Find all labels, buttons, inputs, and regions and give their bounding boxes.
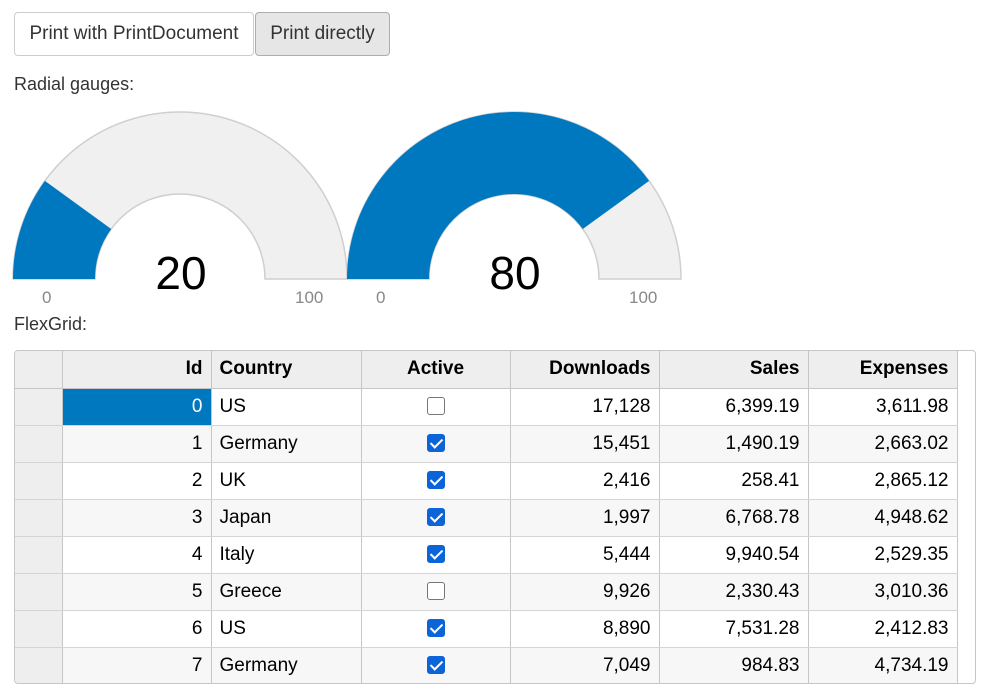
cell-active[interactable] — [361, 647, 511, 683]
cell-country[interactable]: US — [211, 388, 362, 426]
cell-id[interactable]: 6 — [62, 610, 212, 648]
cell-active[interactable] — [361, 425, 511, 463]
gauge-2-max: 100 — [629, 288, 658, 307]
cell-id[interactable]: 1 — [62, 425, 212, 463]
cell-expenses[interactable]: 2,529.35 — [808, 536, 958, 574]
cell-id[interactable]: 0 — [62, 388, 212, 426]
radial-gauge-1[interactable]: 20 0 100 — [12, 108, 350, 308]
row-header-cell[interactable] — [15, 388, 63, 426]
cell-sales[interactable]: 6,399.19 — [659, 388, 809, 426]
cell-active[interactable] — [361, 499, 511, 537]
row-header-cell[interactable] — [15, 499, 63, 537]
cell-sales[interactable]: 6,768.78 — [659, 499, 809, 537]
cell-country[interactable]: Japan — [211, 499, 362, 537]
cell-expenses[interactable]: 2,412.83 — [808, 610, 958, 648]
cell-country[interactable]: UK — [211, 462, 362, 500]
column-header-id[interactable]: Id — [62, 351, 212, 389]
cell-id[interactable]: 2 — [62, 462, 212, 500]
gauge-1-min: 0 — [42, 288, 52, 307]
cell-country[interactable]: Italy — [211, 536, 362, 574]
table-row[interactable]: 7 Germany 7,049 984.83 4,734.19 — [15, 647, 958, 683]
cell-expenses[interactable]: 2,865.12 — [808, 462, 958, 500]
flexgrid-label: FlexGrid: — [14, 314, 88, 334]
radial-gauge-2[interactable]: 80 0 100 — [346, 108, 684, 308]
radial-gauges-label: Radial gauges: — [14, 74, 135, 94]
cell-active[interactable] — [361, 536, 511, 574]
cell-active[interactable] — [361, 573, 511, 611]
row-header-cell[interactable] — [15, 425, 63, 463]
table-row[interactable]: 3 Japan 1,997 6,768.78 4,948.62 — [15, 499, 958, 537]
cell-country[interactable]: Germany — [211, 425, 362, 463]
row-header-cell[interactable] — [15, 610, 63, 648]
cell-country[interactable]: US — [211, 610, 362, 648]
table-row[interactable]: 1 Germany 15,451 1,490.19 2,663.02 — [15, 425, 958, 463]
cell-sales[interactable]: 1,490.19 — [659, 425, 809, 463]
grid-corner-cell — [15, 351, 63, 389]
cell-sales[interactable]: 258.41 — [659, 462, 809, 500]
cell-downloads[interactable]: 1,997 — [510, 499, 660, 537]
cell-downloads[interactable]: 9,926 — [510, 573, 660, 611]
cell-sales[interactable]: 2,330.43 — [659, 573, 809, 611]
column-header-sales[interactable]: Sales — [659, 351, 809, 389]
cell-sales[interactable]: 7,531.28 — [659, 610, 809, 648]
grid-header-row: Id Country Active Downloads Sales Expens… — [15, 351, 958, 389]
flexgrid[interactable]: Id Country Active Downloads Sales Expens… — [14, 350, 976, 684]
gauge-2-min: 0 — [376, 288, 386, 307]
cell-expenses[interactable]: 2,663.02 — [808, 425, 958, 463]
cell-downloads[interactable]: 7,049 — [510, 647, 660, 683]
checkbox-checked[interactable] — [426, 508, 445, 527]
cell-sales[interactable]: 9,940.54 — [659, 536, 809, 574]
row-header-cell[interactable] — [15, 536, 63, 574]
column-header-downloads[interactable]: Downloads — [510, 351, 660, 389]
cell-downloads[interactable]: 17,128 — [510, 388, 660, 426]
print-with-printdocument-button[interactable]: Print with PrintDocument — [14, 12, 254, 56]
cell-expenses[interactable]: 3,611.98 — [808, 388, 958, 426]
cell-id[interactable]: 7 — [62, 647, 212, 683]
table-row[interactable]: 2 UK 2,416 258.41 2,865.12 — [15, 462, 958, 500]
cell-active[interactable] — [361, 462, 511, 500]
cell-id[interactable]: 4 — [62, 536, 212, 574]
checkbox-checked[interactable] — [426, 545, 445, 564]
cell-downloads[interactable]: 5,444 — [510, 536, 660, 574]
column-header-active[interactable]: Active — [361, 351, 511, 389]
cell-country[interactable]: Germany — [211, 647, 362, 683]
table-row[interactable]: 5 Greece 9,926 2,330.43 3,010.36 — [15, 573, 958, 611]
row-header-cell[interactable] — [15, 573, 63, 611]
row-header-cell[interactable] — [15, 462, 63, 500]
checkbox-checked[interactable] — [426, 656, 445, 675]
checkbox-checked[interactable] — [426, 434, 445, 453]
cell-sales[interactable]: 984.83 — [659, 647, 809, 683]
table-row[interactable]: 6 US 8,890 7,531.28 2,412.83 — [15, 610, 958, 648]
table-row[interactable]: 4 Italy 5,444 9,940.54 2,529.35 — [15, 536, 958, 574]
checkbox-checked[interactable] — [426, 471, 445, 490]
cell-country[interactable]: Greece — [211, 573, 362, 611]
checkbox-checked[interactable] — [426, 619, 445, 638]
checkbox-unchecked[interactable] — [426, 582, 445, 601]
cell-active[interactable] — [361, 610, 511, 648]
cell-downloads[interactable]: 8,890 — [510, 610, 660, 648]
cell-id[interactable]: 5 — [62, 573, 212, 611]
cell-active[interactable] — [361, 388, 511, 426]
column-header-country[interactable]: Country — [211, 351, 362, 389]
column-header-expenses[interactable]: Expenses — [808, 351, 958, 389]
cell-expenses[interactable]: 4,734.19 — [808, 647, 958, 683]
row-header-cell[interactable] — [15, 647, 63, 683]
cell-downloads[interactable]: 2,416 — [510, 462, 660, 500]
cell-downloads[interactable]: 15,451 — [510, 425, 660, 463]
print-directly-button[interactable]: Print directly — [255, 12, 390, 56]
cell-id[interactable]: 3 — [62, 499, 212, 537]
cell-expenses[interactable]: 3,010.36 — [808, 573, 958, 611]
checkbox-unchecked[interactable] — [426, 397, 445, 416]
table-row[interactable]: 0 US 17,128 6,399.19 3,611.98 — [15, 388, 958, 426]
cell-expenses[interactable]: 4,948.62 — [808, 499, 958, 537]
gauge-1-max: 100 — [295, 288, 324, 307]
